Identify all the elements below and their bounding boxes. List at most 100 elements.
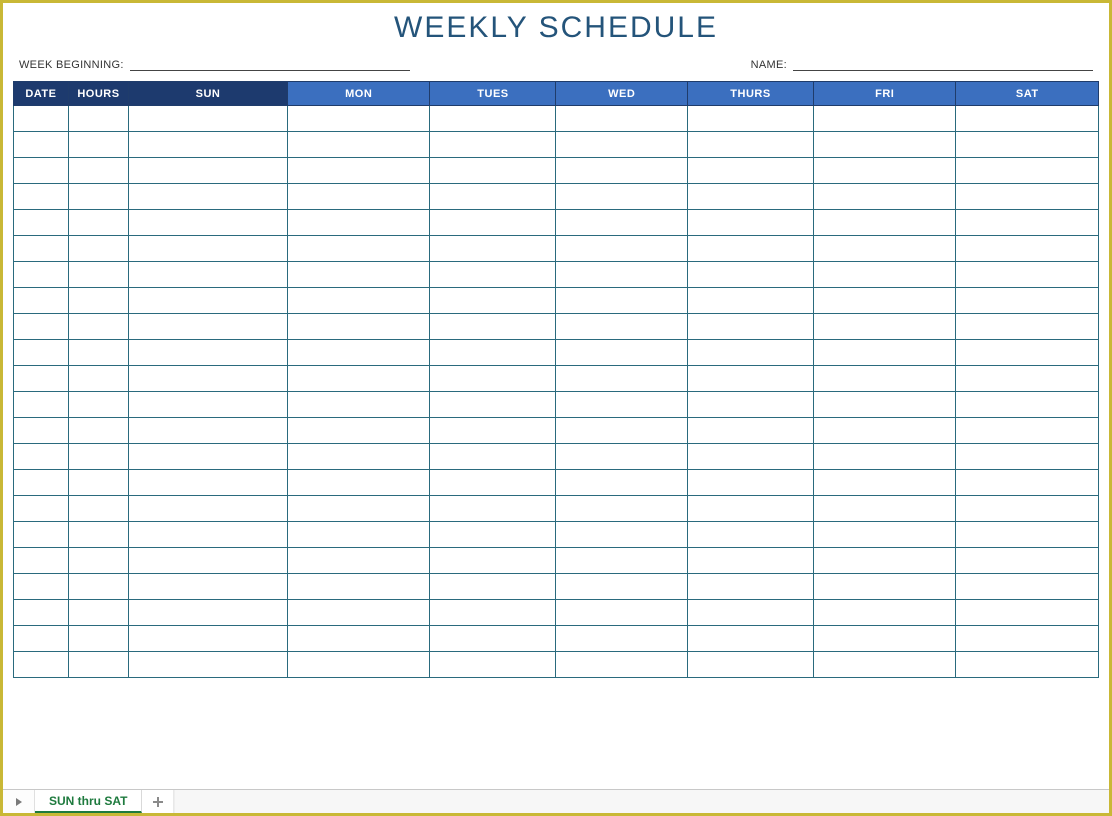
table-cell[interactable] (68, 314, 128, 340)
table-cell[interactable] (129, 392, 288, 418)
table-cell[interactable] (687, 574, 813, 600)
table-cell[interactable] (687, 548, 813, 574)
table-cell[interactable] (129, 470, 288, 496)
table-cell[interactable] (430, 600, 556, 626)
table-cell[interactable] (14, 236, 69, 262)
table-cell[interactable] (687, 106, 813, 132)
add-sheet-button[interactable] (142, 790, 174, 813)
table-cell[interactable] (814, 652, 956, 678)
table-cell[interactable] (129, 444, 288, 470)
table-cell[interactable] (687, 158, 813, 184)
table-cell[interactable] (129, 418, 288, 444)
table-cell[interactable] (430, 184, 556, 210)
table-cell[interactable] (956, 522, 1099, 548)
table-cell[interactable] (129, 340, 288, 366)
table-cell[interactable] (68, 132, 128, 158)
table-cell[interactable] (14, 522, 69, 548)
table-cell[interactable] (956, 210, 1099, 236)
sheet-tab-active[interactable]: SUN thru SAT (35, 790, 142, 813)
table-cell[interactable] (430, 522, 556, 548)
table-cell[interactable] (68, 262, 128, 288)
table-cell[interactable] (430, 574, 556, 600)
table-cell[interactable] (956, 106, 1099, 132)
table-cell[interactable] (129, 548, 288, 574)
table-cell[interactable] (556, 288, 688, 314)
table-cell[interactable] (129, 314, 288, 340)
table-cell[interactable] (556, 522, 688, 548)
table-cell[interactable] (687, 444, 813, 470)
table-cell[interactable] (68, 600, 128, 626)
table-cell[interactable] (287, 314, 429, 340)
table-cell[interactable] (14, 340, 69, 366)
table-cell[interactable] (814, 288, 956, 314)
table-cell[interactable] (287, 210, 429, 236)
table-cell[interactable] (287, 158, 429, 184)
table-cell[interactable] (956, 600, 1099, 626)
table-cell[interactable] (814, 600, 956, 626)
table-cell[interactable] (14, 106, 69, 132)
table-cell[interactable] (556, 210, 688, 236)
table-cell[interactable] (68, 366, 128, 392)
table-cell[interactable] (687, 600, 813, 626)
table-cell[interactable] (430, 444, 556, 470)
table-cell[interactable] (556, 184, 688, 210)
table-cell[interactable] (956, 236, 1099, 262)
table-cell[interactable] (556, 496, 688, 522)
table-cell[interactable] (14, 314, 69, 340)
table-cell[interactable] (814, 574, 956, 600)
table-cell[interactable] (687, 340, 813, 366)
table-cell[interactable] (14, 496, 69, 522)
table-cell[interactable] (430, 106, 556, 132)
table-cell[interactable] (68, 496, 128, 522)
table-cell[interactable] (814, 158, 956, 184)
table-cell[interactable] (687, 626, 813, 652)
table-cell[interactable] (556, 548, 688, 574)
table-cell[interactable] (129, 288, 288, 314)
table-cell[interactable] (430, 314, 556, 340)
table-cell[interactable] (430, 210, 556, 236)
table-cell[interactable] (814, 418, 956, 444)
table-cell[interactable] (814, 444, 956, 470)
table-cell[interactable] (129, 496, 288, 522)
table-cell[interactable] (556, 444, 688, 470)
table-cell[interactable] (129, 522, 288, 548)
table-cell[interactable] (556, 314, 688, 340)
table-cell[interactable] (556, 418, 688, 444)
table-cell[interactable] (814, 496, 956, 522)
table-cell[interactable] (287, 522, 429, 548)
table-cell[interactable] (68, 470, 128, 496)
table-cell[interactable] (687, 418, 813, 444)
table-cell[interactable] (129, 626, 288, 652)
table-cell[interactable] (287, 366, 429, 392)
table-cell[interactable] (556, 392, 688, 418)
table-cell[interactable] (556, 470, 688, 496)
table-cell[interactable] (14, 288, 69, 314)
table-cell[interactable] (687, 366, 813, 392)
table-cell[interactable] (956, 340, 1099, 366)
table-cell[interactable] (956, 366, 1099, 392)
table-cell[interactable] (129, 132, 288, 158)
table-cell[interactable] (956, 548, 1099, 574)
table-cell[interactable] (129, 652, 288, 678)
table-cell[interactable] (556, 574, 688, 600)
table-cell[interactable] (14, 574, 69, 600)
table-cell[interactable] (14, 366, 69, 392)
table-cell[interactable] (287, 340, 429, 366)
table-cell[interactable] (14, 600, 69, 626)
table-cell[interactable] (430, 340, 556, 366)
table-cell[interactable] (956, 496, 1099, 522)
table-cell[interactable] (814, 210, 956, 236)
table-cell[interactable] (287, 184, 429, 210)
table-cell[interactable] (956, 574, 1099, 600)
table-cell[interactable] (68, 652, 128, 678)
table-cell[interactable] (687, 470, 813, 496)
table-cell[interactable] (287, 496, 429, 522)
table-cell[interactable] (687, 522, 813, 548)
table-cell[interactable] (68, 106, 128, 132)
table-cell[interactable] (129, 106, 288, 132)
table-cell[interactable] (287, 418, 429, 444)
table-cell[interactable] (956, 626, 1099, 652)
table-cell[interactable] (814, 366, 956, 392)
table-cell[interactable] (687, 496, 813, 522)
table-cell[interactable] (430, 548, 556, 574)
